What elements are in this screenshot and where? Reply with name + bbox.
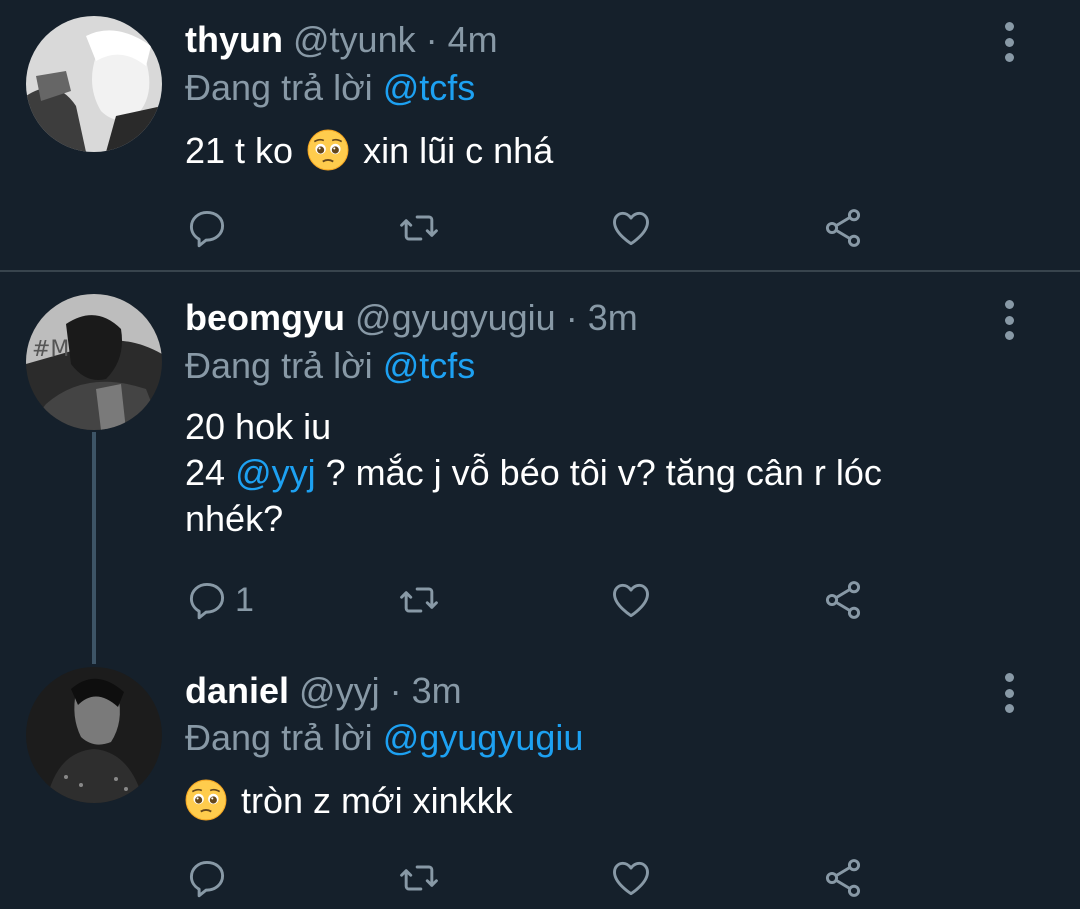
replying-prefix: Đang trả lời bbox=[185, 67, 373, 108]
retweet-button[interactable] bbox=[397, 856, 441, 900]
svg-text:#M: #M bbox=[32, 337, 69, 362]
pleading-face-emoji bbox=[185, 779, 227, 821]
timestamp[interactable]: 3m bbox=[412, 670, 462, 711]
retweet-icon bbox=[400, 587, 438, 613]
retweet-button[interactable] bbox=[397, 578, 441, 622]
more-options-button[interactable] bbox=[996, 673, 1022, 713]
share-icon bbox=[825, 209, 861, 247]
display-name[interactable]: beomgyu bbox=[185, 297, 345, 338]
more-vertical-icon bbox=[1004, 22, 1014, 31]
retweet-icon bbox=[400, 865, 438, 891]
tweet-divider bbox=[0, 270, 1080, 272]
display-name[interactable]: daniel bbox=[185, 670, 289, 711]
timestamp[interactable]: 3m bbox=[588, 297, 638, 338]
tweet-text-line: nhék? bbox=[185, 498, 284, 539]
tweet-text-part: 21 t ko bbox=[185, 130, 294, 171]
share-button[interactable] bbox=[821, 578, 865, 622]
share-icon bbox=[825, 581, 861, 619]
avatar-beomgyu[interactable]: #M bbox=[26, 294, 162, 430]
replying-to: Đang trả lời @gyugyugiu bbox=[185, 718, 583, 758]
more-vertical-icon bbox=[1004, 300, 1014, 309]
share-button[interactable] bbox=[821, 206, 865, 250]
timestamp[interactable]: 4m bbox=[448, 19, 498, 60]
tweet-header: daniel @yyj · 3m bbox=[185, 671, 462, 711]
display-name[interactable]: thyun bbox=[185, 19, 283, 60]
thread-connector bbox=[92, 432, 96, 664]
tweet-text-line: 20 hok iu bbox=[185, 406, 332, 447]
replying-to: Đang trả lời @tcfs bbox=[185, 68, 475, 108]
tweet-text-part: tròn z mới xinkkk bbox=[241, 780, 513, 821]
replying-to-mention[interactable]: @tcfs bbox=[383, 67, 476, 108]
more-vertical-icon bbox=[1004, 673, 1014, 682]
reply-icon bbox=[189, 210, 225, 248]
tweet-header: beomgyu @gyugyugiu · 3m bbox=[185, 298, 638, 338]
reply-icon bbox=[189, 860, 225, 898]
tweet-actions: 1 bbox=[185, 578, 885, 622]
pleading-face-emoji bbox=[307, 129, 349, 171]
tweet-text-part: xin lũi c nhá bbox=[363, 130, 554, 171]
tweet-text: tròn z mới xinkkk bbox=[181, 778, 1041, 824]
avatar-thyun[interactable] bbox=[26, 16, 162, 152]
reply-count: 1 bbox=[235, 580, 254, 619]
replying-to-mention[interactable]: @tcfs bbox=[383, 345, 476, 386]
tweet-text-part: 24 bbox=[185, 452, 226, 493]
share-icon bbox=[825, 859, 861, 897]
replying-to-mention[interactable]: @gyugyugiu bbox=[383, 717, 584, 758]
tweet-text: 21 t ko xin lũi c nhá bbox=[185, 128, 1045, 174]
handle[interactable]: @tyunk bbox=[293, 19, 416, 60]
replying-to: Đang trả lời @tcfs bbox=[185, 346, 475, 386]
avatar-daniel[interactable] bbox=[26, 667, 162, 803]
more-options-button[interactable] bbox=[996, 22, 1022, 62]
tweet-actions bbox=[185, 206, 885, 250]
tweet-header: thyun @tyunk · 4m bbox=[185, 20, 498, 60]
reply-button[interactable] bbox=[185, 856, 235, 900]
tweet-text-part: ? mắc j vỗ béo tôi v? tăng cân r lóc bbox=[325, 452, 882, 493]
separator: · bbox=[389, 670, 402, 711]
heart-icon bbox=[613, 211, 649, 246]
share-button[interactable] bbox=[821, 856, 865, 900]
reply-button[interactable] bbox=[185, 206, 235, 250]
reply-icon bbox=[189, 582, 225, 620]
like-button[interactable] bbox=[609, 206, 653, 250]
like-button[interactable] bbox=[609, 856, 653, 900]
retweet-button[interactable] bbox=[397, 206, 441, 250]
like-button[interactable] bbox=[609, 578, 653, 622]
retweet-icon bbox=[400, 215, 438, 241]
heart-icon bbox=[613, 861, 649, 896]
tweet-text: 20 hok iu 24 @yyj ? mắc j vỗ béo tôi v? … bbox=[185, 404, 1045, 542]
reply-button[interactable]: 1 bbox=[185, 578, 254, 622]
tweet-text-line: 24 @yyj ? mắc j vỗ béo tôi v? tăng cân r… bbox=[185, 450, 1045, 496]
tweet-actions bbox=[185, 856, 885, 900]
handle[interactable]: @gyugyugiu bbox=[355, 297, 556, 338]
separator: · bbox=[425, 19, 438, 60]
handle[interactable]: @yyj bbox=[299, 670, 380, 711]
replying-prefix: Đang trả lời bbox=[185, 717, 373, 758]
heart-icon bbox=[613, 583, 649, 618]
more-options-button[interactable] bbox=[996, 300, 1022, 340]
separator: · bbox=[565, 297, 578, 338]
replying-prefix: Đang trả lời bbox=[185, 345, 373, 386]
mention-link[interactable]: @yyj bbox=[235, 452, 316, 493]
